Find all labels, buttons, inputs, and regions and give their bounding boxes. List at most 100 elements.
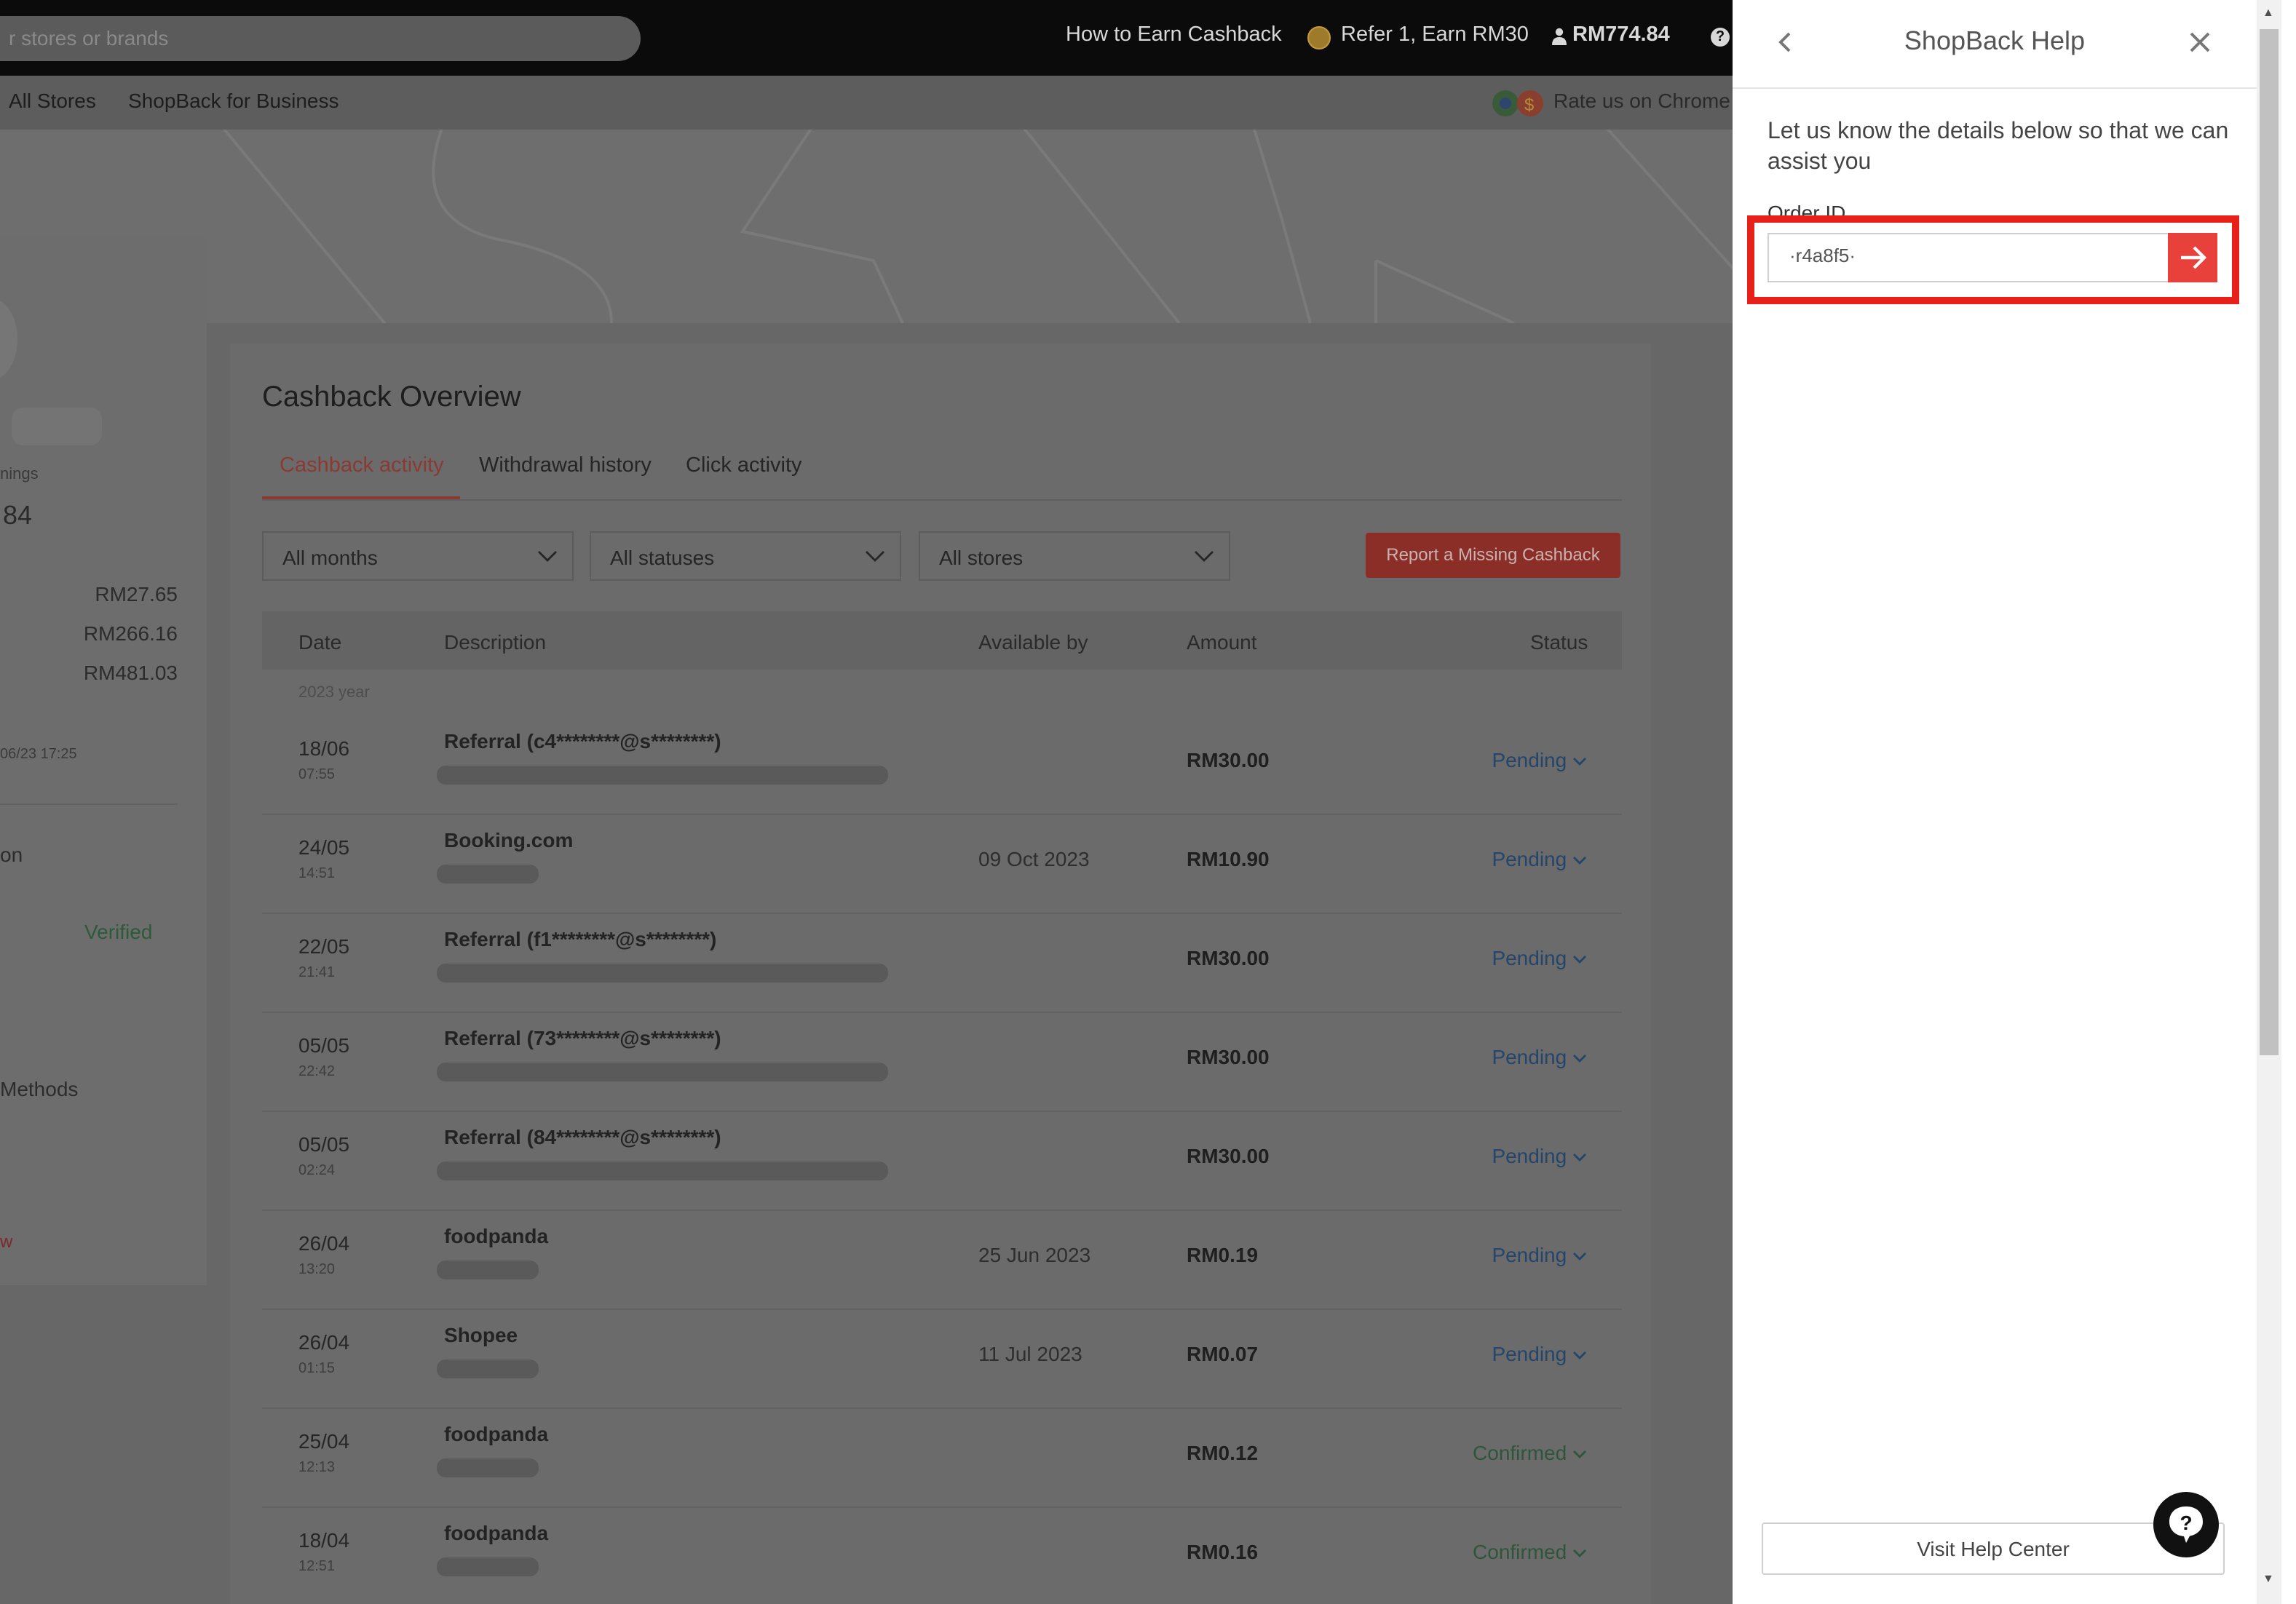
chevron-down-icon (1573, 1055, 1586, 1063)
all-stores-link[interactable]: All Stores (9, 89, 96, 112)
chevron-down-icon (1573, 1351, 1586, 1359)
row-status[interactable]: Confirmed (1398, 1441, 1587, 1464)
row-description: Referral (84********@s********) (444, 1125, 721, 1148)
tab-cashback-activity[interactable]: Cashback activity (280, 454, 444, 477)
row-status[interactable]: Pending (1398, 1045, 1587, 1068)
stores-filter[interactable]: All stores (919, 531, 1230, 581)
chrome-icon: $ (1492, 90, 1543, 116)
row-amount: RM30.00 (1187, 946, 1270, 969)
table-row[interactable]: 24/05 14:51 Booking.com 09 Oct 2023 RM10.90 P… (262, 815, 1622, 914)
close-icon[interactable] (2188, 31, 2212, 54)
amount-3: RM481.03 (83, 661, 178, 684)
amount-1: RM27.65 (95, 582, 178, 606)
table-row[interactable]: 26/04 13:20 foodpanda 25 Jun 2023 RM0.19 Pend… (262, 1211, 1622, 1310)
redacted-detail (437, 1557, 539, 1576)
chevron-down-icon (1573, 758, 1586, 766)
table-row[interactable]: 05/05 02:24 Referral (84********@s********… (262, 1112, 1622, 1211)
row-status-label: Pending (1492, 847, 1567, 870)
table-row[interactable]: 18/04 12:51 foodpanda RM0.16 Confirmed (262, 1508, 1622, 1604)
row-description: foodpanda (444, 1422, 549, 1445)
row-time: 22:42 (298, 1064, 336, 1080)
row-status-label: Pending (1492, 1342, 1567, 1365)
column-available-by: Available by (978, 630, 1088, 654)
redacted-detail (437, 1162, 888, 1180)
stores-filter-label: All stores (939, 546, 1024, 569)
row-date: 22/05 (298, 934, 350, 958)
row-status[interactable]: Pending (1398, 1243, 1587, 1266)
balance-link[interactable]: RM774.84 (1572, 23, 1670, 47)
table-row[interactable]: 05/05 22:42 Referral (73********@s********… (262, 1013, 1622, 1112)
row-description: Booking.com (444, 828, 574, 851)
table-row[interactable]: 18/06 07:55 Referral (c4********@s********… (262, 716, 1622, 815)
row-description: Shopee (444, 1323, 518, 1346)
help-chat-button[interactable]: ? (2153, 1492, 2219, 1557)
row-date: 26/04 (298, 1330, 350, 1354)
rate-chrome-link[interactable]: Rate us on Chrome (1553, 89, 1730, 112)
row-available-by: 25 Jun 2023 (978, 1243, 1091, 1266)
report-missing-cashback-button[interactable]: Report a Missing Cashback (1366, 533, 1620, 578)
help-icon[interactable]: ? (1711, 28, 1730, 47)
hero-banner (0, 130, 1733, 323)
divider (0, 803, 178, 805)
amount-2: RM266.16 (83, 622, 178, 645)
verified-badge: Verified (84, 920, 153, 943)
row-status[interactable]: Pending (1398, 946, 1587, 969)
row-status-label: Pending (1492, 1045, 1567, 1068)
row-time: 21:41 (298, 965, 336, 981)
refer-link[interactable]: Refer 1, Earn RM30 (1341, 23, 1529, 47)
row-date: 25/04 (298, 1429, 350, 1453)
column-amount: Amount (1187, 630, 1257, 654)
earnings-value: 84 (3, 501, 33, 530)
statuses-filter[interactable]: All statuses (590, 531, 901, 581)
row-status[interactable]: Pending (1398, 1342, 1587, 1365)
row-available-by: 11 Jul 2023 (978, 1342, 1082, 1365)
search-input[interactable]: r stores or brands (0, 16, 641, 61)
scrollbar-thumb[interactable] (2260, 29, 2279, 1055)
column-date: Date (298, 630, 342, 654)
row-time: 13:20 (298, 1262, 336, 1278)
row-status[interactable]: Pending (1398, 748, 1587, 771)
months-filter[interactable]: All months (262, 531, 574, 581)
row-status[interactable]: Pending (1398, 1144, 1587, 1167)
scroll-up-icon[interactable]: ▲ (2263, 6, 2274, 19)
red-link[interactable]: w (0, 1231, 12, 1252)
tab-click-activity[interactable]: Click activity (686, 454, 802, 477)
methods-label[interactable]: Methods (0, 1077, 78, 1100)
earnings-label: nings (0, 466, 39, 483)
table-row[interactable]: 25/04 12:13 foodpanda RM0.12 Confirmed (262, 1409, 1622, 1508)
table-row[interactable]: 26/04 01:15 Shopee 11 Jul 2023 RM0.07 Pending (262, 1310, 1622, 1409)
scroll-down-icon[interactable]: ▼ (2263, 1572, 2274, 1585)
row-time: 01:15 (298, 1361, 336, 1377)
row-status-label: Confirmed (1473, 1441, 1567, 1464)
row-status[interactable]: Confirmed (1398, 1540, 1587, 1563)
row-date: 18/06 (298, 737, 350, 760)
column-description: Description (444, 630, 547, 654)
table-row[interactable]: 22/05 21:41 Referral (f1********@s********… (262, 914, 1622, 1013)
tab-underline (262, 496, 460, 499)
row-description: foodpanda (444, 1521, 549, 1544)
svg-text:$: $ (1524, 95, 1534, 115)
page-title: Cashback Overview (262, 381, 521, 413)
row-time: 02:24 (298, 1163, 336, 1179)
chevron-down-icon (1195, 551, 1214, 562)
row-status[interactable]: Pending (1398, 847, 1587, 870)
row-description: foodpanda (444, 1224, 549, 1247)
row-date: 24/05 (298, 835, 350, 859)
year-label: 2023 year (298, 684, 370, 702)
last-updated: 06/23 17:25 (0, 747, 77, 763)
tab-divider (262, 499, 1622, 501)
row-date: 26/04 (298, 1231, 350, 1255)
chevron-down-icon (1573, 1154, 1586, 1162)
row-time: 12:13 (298, 1460, 336, 1476)
question-chat-icon: ? (2169, 1506, 2203, 1543)
column-status: Status (1530, 630, 1588, 654)
chevron-down-icon (1573, 1549, 1586, 1557)
chevron-down-icon (1573, 857, 1586, 865)
row-date: 05/05 (298, 1033, 350, 1057)
row-status-label: Pending (1492, 1243, 1567, 1266)
redacted-detail (437, 964, 888, 982)
redacted-detail (437, 1359, 539, 1378)
how-to-earn-link[interactable]: How to Earn Cashback (1066, 23, 1282, 47)
tab-withdrawal-history[interactable]: Withdrawal history (479, 454, 652, 477)
shopback-business-link[interactable]: ShopBack for Business (128, 89, 339, 112)
